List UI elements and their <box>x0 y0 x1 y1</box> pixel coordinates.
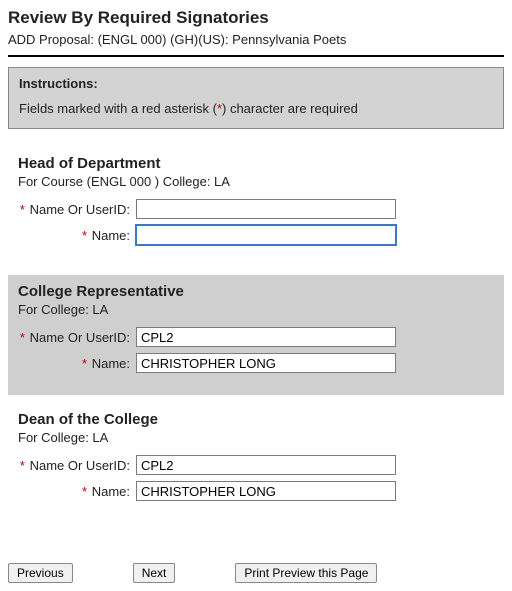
field-row: * Name Or UserID: <box>18 455 494 475</box>
field-row: * Name: <box>18 353 494 373</box>
previous-button[interactable]: Previous <box>8 563 73 583</box>
signatory-section: College Representative For College: LA * N… <box>8 275 504 395</box>
field-row: * Name Or UserID: <box>18 199 494 219</box>
divider <box>8 55 504 57</box>
name-or-userid-label: * Name Or UserID: <box>18 330 136 345</box>
section-title: Head of Department <box>18 155 494 172</box>
name-or-userid-input[interactable] <box>136 199 396 219</box>
name-or-userid-label: * Name Or UserID: <box>18 458 136 473</box>
section-detail: For College: LA <box>18 430 494 445</box>
signatory-section: Dean of the College For College: LA * Name… <box>8 403 504 523</box>
instructions-text-after: ) character are required <box>222 101 358 116</box>
field-row: * Name: <box>18 481 494 501</box>
asterisk-icon: * <box>82 484 91 499</box>
name-or-userid-input[interactable] <box>136 327 396 347</box>
next-button[interactable]: Next <box>133 563 176 583</box>
name-input[interactable] <box>136 225 396 245</box>
name-or-userid-label: * Name Or UserID: <box>18 202 136 217</box>
field-row: * Name: <box>18 225 494 245</box>
section-detail: For Course (ENGL 000 ) College: LA <box>18 174 494 189</box>
print-preview-button[interactable]: Print Preview this Page <box>235 563 377 583</box>
instructions-text-before: Fields marked with a red asterisk ( <box>19 101 217 116</box>
field-row: * Name Or UserID: <box>18 327 494 347</box>
name-or-userid-input[interactable] <box>136 455 396 475</box>
name-input[interactable] <box>136 353 396 373</box>
page-title: Review By Required Signatories <box>8 8 504 28</box>
asterisk-icon: * <box>82 228 91 243</box>
asterisk-icon: * <box>20 330 29 345</box>
section-detail: For College: LA <box>18 302 494 317</box>
name-label: * Name: <box>18 356 136 371</box>
instructions-box: Instructions: Fields marked with a red a… <box>8 67 504 129</box>
name-label: * Name: <box>18 484 136 499</box>
instructions-title: Instructions: <box>19 76 493 91</box>
signatory-section: Head of Department For Course (ENGL 000 )… <box>8 147 504 267</box>
asterisk-icon: * <box>82 356 91 371</box>
page-subtitle: ADD Proposal: (ENGL 000) (GH)(US): Penns… <box>8 32 504 47</box>
button-row: Previous Next Print Preview this Page <box>8 563 504 583</box>
instructions-text: Fields marked with a red asterisk (*) ch… <box>19 101 493 116</box>
name-label: * Name: <box>18 228 136 243</box>
section-title: Dean of the College <box>18 411 494 428</box>
asterisk-icon: * <box>20 458 29 473</box>
name-input[interactable] <box>136 481 396 501</box>
asterisk-icon: * <box>20 202 29 217</box>
section-title: College Representative <box>18 283 494 300</box>
